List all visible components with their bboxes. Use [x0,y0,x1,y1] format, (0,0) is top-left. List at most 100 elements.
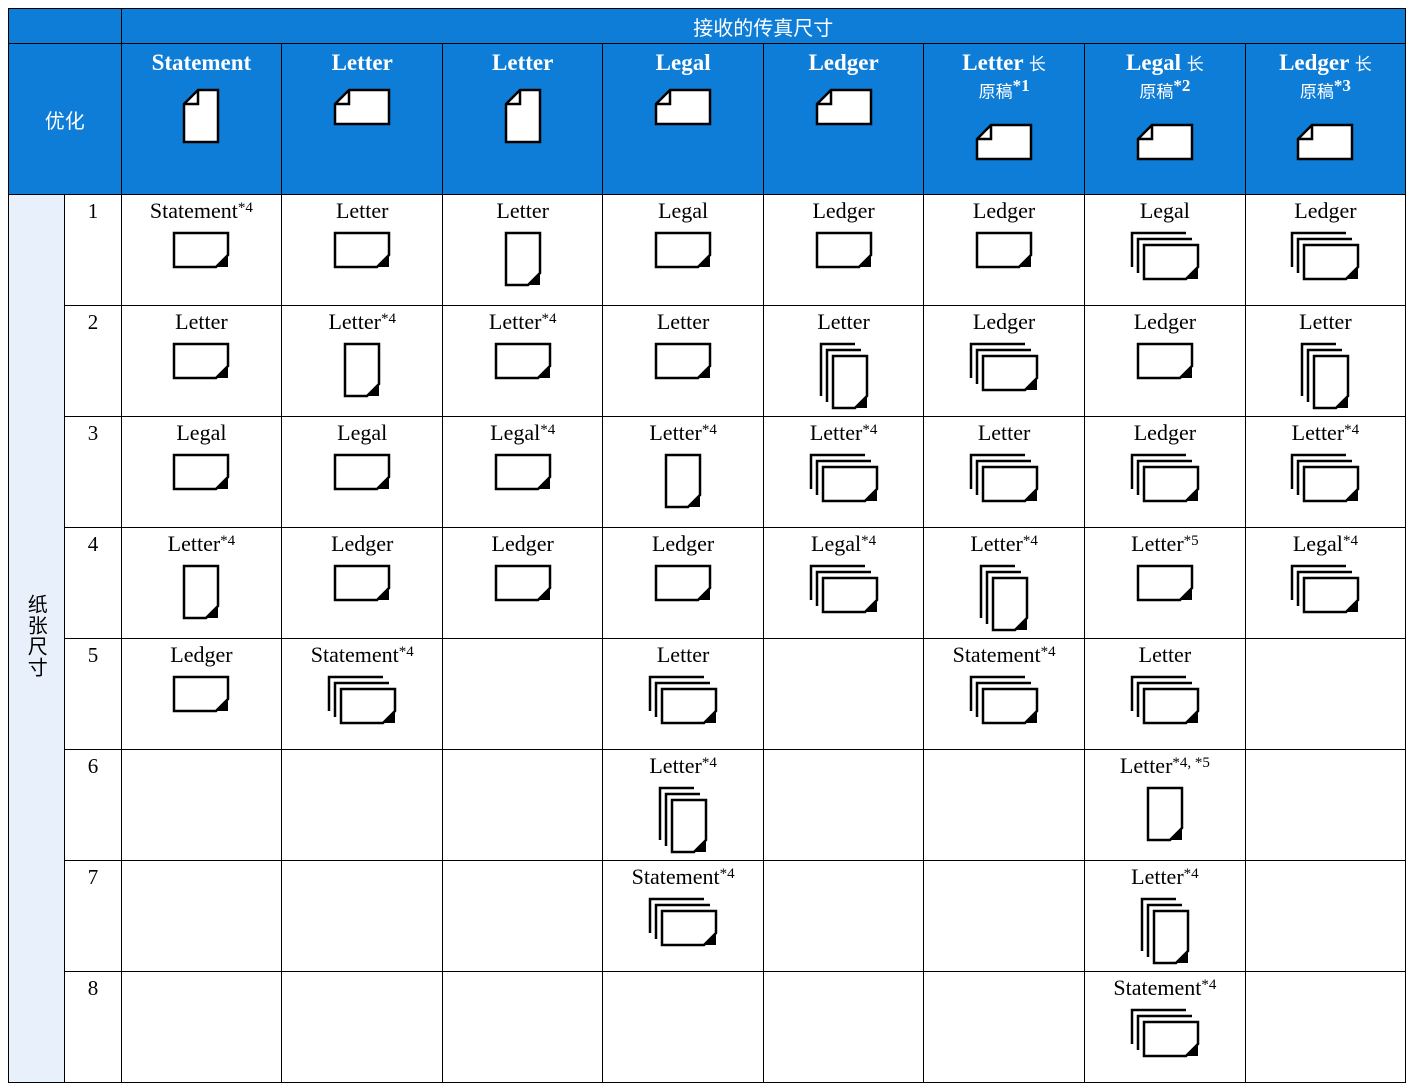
paper-name-text: Ledger [1133,420,1197,445]
paper-name: Legal*4 [764,532,923,556]
table-cell: Letter*4 [923,527,1085,639]
multi-sheet-portrait-icon [1246,342,1405,410]
paper-name: Statement*4 [122,199,282,223]
paper-name-text: Legal [176,420,227,445]
table-cell [1244,638,1406,750]
header-col-name-text: Ledger [1279,50,1349,75]
paper-name-text: Legal [337,420,388,445]
single-sheet-landscape-icon [122,342,282,380]
single-sheet-landscape-icon [764,231,923,269]
landscape-original-icon [924,123,1084,161]
table-cell: Letter*4 [602,749,765,861]
header-col-footnote: *2 [1173,76,1191,95]
paper-name: Letter [924,421,1084,445]
table-cell [763,749,925,861]
footnote-marker: *4 [380,311,396,327]
single-sheet-portrait-icon [603,453,763,509]
single-sheet-landscape-icon [1085,564,1245,602]
table-cell [602,971,765,1083]
portrait-original-icon [122,88,282,144]
paper-name-text: Letter [1131,531,1184,556]
paper-name: Statement*4 [603,865,763,889]
multi-sheet-landscape-icon [924,453,1084,503]
header-col-1: Statement [120,43,283,195]
table-cell: Legal [281,416,444,528]
paper-name-text: Letter [328,309,381,334]
paper-name-text: Letter [496,198,549,223]
table-row: 5 Ledger Statement*4 Letter Statement*4 Lette… [9,638,1406,750]
header-col-name-text: Letter [331,50,393,75]
paper-name: Letter [282,199,442,223]
paper-name: Letter [603,310,763,334]
table-cell: Ledger [1083,305,1246,417]
table-cell: Statement*4 [1083,971,1246,1083]
footnote-marker: *4, *5 [1172,755,1210,771]
header-columns-row: 优化 Statement Letter Letter Legal Ledger Lette… [8,43,1406,195]
table-cell [763,638,925,750]
paper-name-text: Ledger [491,531,554,556]
landscape-original-icon [603,88,763,126]
paper-name: Letter*4 [282,310,442,334]
table-row: 纸张尺寸 1 Statement*4 Letter Letter Legal Ledger L… [7,194,1406,1083]
header-col-name-text: Statement [151,50,252,75]
footnote-marker: *4 [862,422,878,438]
paper-name: Letter*4, *5 [1085,754,1245,778]
paper-name: Statement*4 [924,643,1084,667]
header-col-6: Letter 长原稿*1 [923,43,1085,195]
table-cell: Statement*4 [602,860,765,972]
table-cell [442,749,604,861]
single-sheet-landscape-icon [603,564,763,602]
table-cell [120,860,283,972]
paper-name-text: Ledger [812,198,875,223]
priority-number: 5 [64,638,122,750]
table-cell: Letter [1244,305,1406,417]
landscape-original-icon [1085,123,1245,161]
table-cell: Letter [120,305,283,417]
single-sheet-landscape-icon [924,231,1084,269]
table-cell: Letter*4 [1244,416,1406,528]
priority-number: 4 [64,527,122,639]
footnote-marker: *5 [1183,533,1199,549]
paper-name: Letter [122,310,282,334]
paper-name: Letter [1246,310,1405,334]
table-cell [281,860,444,972]
footnote-marker: *4 [701,755,717,771]
table-cell: Ledger [923,194,1085,306]
table-row: 7 Statement*4 Letter*4 [9,860,1406,972]
paper-name: Letter*4 [1085,865,1245,889]
paper-name-text: Letter [1291,420,1345,445]
multi-sheet-landscape-icon [282,675,442,725]
table-cell: Letter [923,416,1085,528]
table-cell: Letter [281,194,444,306]
header-col-name: Letter [443,50,602,76]
table-cell: Ledger [120,638,283,750]
table-cell [442,971,604,1083]
header-col-7: Legal 长原稿*2 [1083,43,1246,195]
header-col-name-text: Legal [1126,50,1181,75]
paper-name: Letter*4 [122,532,282,556]
table-cell: Statement*4 [923,638,1085,750]
priority-number-text: 1 [87,199,99,223]
multi-sheet-portrait-icon [924,564,1084,632]
priority-number: 3 [64,416,122,528]
table-cell [442,860,604,972]
multi-sheet-landscape-icon [924,675,1084,725]
header-col-name: Ledger 长 [1246,50,1405,78]
paper-name-text: Legal [811,531,862,556]
paper-name: Ledger [924,199,1084,223]
table-cell: Letter [602,305,765,417]
table-row: 3 Legal Legal Legal*4 Letter*4 Letter*4 Letter… [9,416,1406,528]
priority-number-text: 6 [87,754,99,778]
paper-name-text: Ledger [972,198,1036,223]
table-cell: Ledger [442,527,604,639]
paper-name: Ledger [1085,421,1245,445]
multi-sheet-landscape-icon [1085,453,1245,503]
multi-sheet-landscape-icon [1246,564,1405,614]
footnote-marker: *4 [540,422,556,438]
table-cell: Ledger [763,194,925,306]
paper-name-text: Letter [175,309,228,334]
header-col-suffix: 长 [1028,55,1046,75]
header-col-suffix: 长 [1186,55,1204,75]
multi-sheet-landscape-icon [603,675,763,725]
paper-name: Legal*4 [443,421,602,445]
